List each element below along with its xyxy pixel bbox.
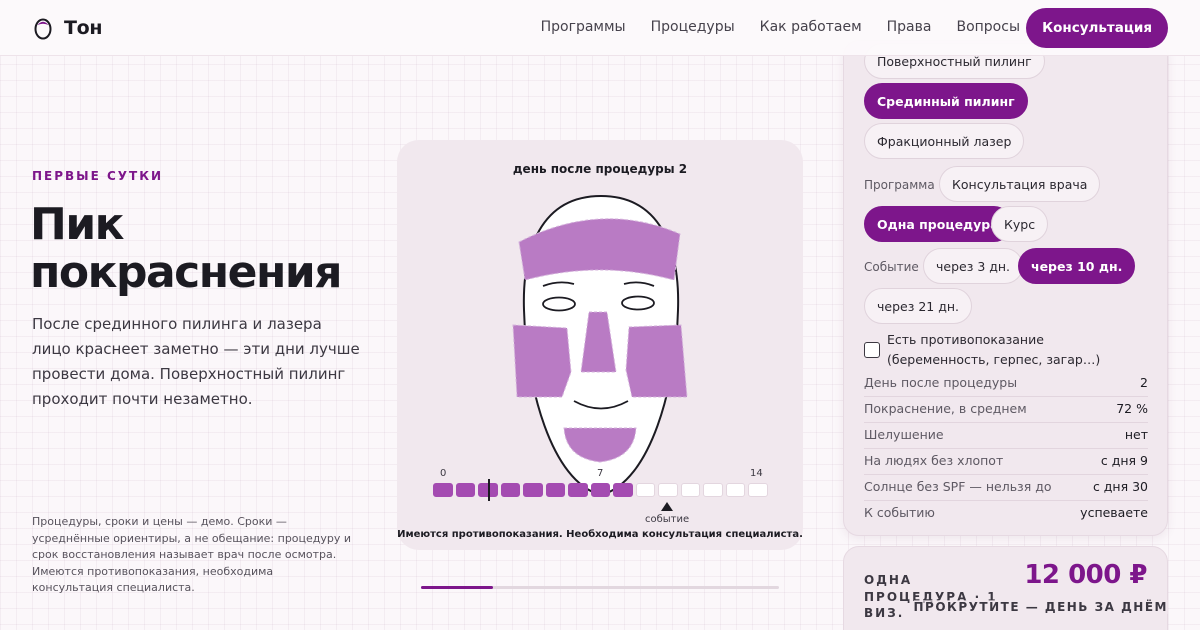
timeline-day-cell[interactable] xyxy=(658,483,678,497)
stat-row: Шелушение нет xyxy=(864,423,1148,449)
event-marker-icon xyxy=(661,502,673,511)
event-marker-label: событие xyxy=(645,514,690,525)
chip-event-3-days[interactable]: через 3 дн. xyxy=(923,248,1024,284)
stat-row: К событию успеваете xyxy=(864,501,1148,527)
nav-faq[interactable]: Вопросы xyxy=(956,19,1020,35)
stat-value: с дня 30 xyxy=(1092,479,1148,494)
page-title: Пик покраснения xyxy=(30,199,343,298)
nav-programs[interactable]: Программы xyxy=(541,19,626,35)
stat-row: Покраснение, в среднем 72 % xyxy=(864,397,1148,423)
price-card: ОДНА ПРОЦЕДУРА · 1 ВИЗ. 12 000 ₽ xyxy=(843,546,1168,630)
face-logo-icon xyxy=(34,18,52,40)
stat-key: Шелушение xyxy=(864,427,944,442)
hero-description: После срединного пилинга и лазера лицо к… xyxy=(32,315,360,408)
calculator-panel: Поверхностный пилинг Срединный пилинг Фр… xyxy=(843,40,1168,536)
top-bar: Тон Программы Процедуры Как работаем Пра… xyxy=(0,0,1200,56)
chip-medium-peel[interactable]: Срединный пилинг xyxy=(864,83,1028,119)
scroll-progress-fill xyxy=(421,586,493,589)
stat-key: День после процедуры xyxy=(864,375,1018,390)
scroll-progress xyxy=(421,586,779,589)
price-value: 12 000 ₽ xyxy=(1024,560,1147,590)
chip-single-procedure[interactable]: Одна процедура xyxy=(864,206,1012,242)
timeline-day-cell[interactable] xyxy=(590,483,610,497)
stat-value: с дня 9 xyxy=(1100,453,1148,468)
stat-row: Солнце без SPF — нельзя до с дня 30 xyxy=(864,475,1148,501)
left-cheek-zone xyxy=(512,324,572,398)
scroll-hint: ПРОКРУТИТЕ — ДЕНЬ ЗА ДНЁМ xyxy=(913,600,1168,614)
timeline-label-mid: 7 xyxy=(597,468,604,479)
timeline-label-end: 14 xyxy=(750,468,763,479)
stat-key: К событию xyxy=(864,505,935,520)
current-day-marker[interactable] xyxy=(488,479,490,501)
nav-procedures[interactable]: Процедуры xyxy=(651,19,735,35)
timeline-day-cell[interactable] xyxy=(523,483,543,497)
visual-day-title: день после процедуры 2 xyxy=(512,162,688,176)
timeline-day-cell[interactable] xyxy=(748,483,768,497)
chip-course[interactable]: Курс xyxy=(991,206,1049,242)
face-redness-illustration xyxy=(512,194,688,497)
nav-rights[interactable]: Права xyxy=(887,19,932,35)
timeline-day-cell[interactable] xyxy=(433,483,453,497)
timeline-day-cell[interactable] xyxy=(613,483,633,497)
stat-key: На людях без хлопот xyxy=(864,453,1004,468)
contraindication-checkbox[interactable] xyxy=(864,342,880,358)
contraindication-warning: Имеются противопоказания. Необходима кон… xyxy=(397,529,803,540)
timeline-day-cell[interactable] xyxy=(635,483,655,497)
face-visual-card: день после процедуры 2 0 7 14 событие Им… xyxy=(397,140,803,550)
chip-doctor-consultation[interactable]: Консультация врача xyxy=(939,166,1101,202)
timeline-day-cell[interactable] xyxy=(725,483,745,497)
recovery-timeline[interactable] xyxy=(433,483,768,497)
brand-logo[interactable]: Тон xyxy=(34,16,103,40)
contraindication-checkbox-label[interactable]: Есть противопоказание (беременность, гер… xyxy=(887,330,1149,370)
chip-fractional-laser[interactable]: Фракционный лазер xyxy=(864,123,1025,159)
brand-name: Тон xyxy=(64,17,103,39)
consultation-button[interactable]: Консультация xyxy=(1026,8,1168,48)
timeline-day-cell[interactable] xyxy=(680,483,700,497)
timeline-day-cell[interactable] xyxy=(568,483,588,497)
timeline-label-start: 0 xyxy=(440,468,447,479)
timeline-day-cell[interactable] xyxy=(500,483,520,497)
demo-disclaimer: Процедуры, сроки и цены — демо. Сроки — … xyxy=(32,515,352,594)
stat-value: 72 % xyxy=(1116,401,1148,416)
timeline-day-cell[interactable] xyxy=(455,483,475,497)
stat-row: На людях без хлопот с дня 9 xyxy=(864,449,1148,475)
right-cheek-zone xyxy=(625,324,688,398)
program-label: Программа xyxy=(864,178,935,192)
main-nav: Программы Процедуры Как работаем Права В… xyxy=(541,19,1020,35)
price-description: ОДНА ПРОЦЕДУРА · 1 ВИЗ. xyxy=(864,573,998,620)
stat-row: День после процедуры 2 xyxy=(864,371,1148,397)
chip-event-10-days[interactable]: через 10 дн. xyxy=(1018,248,1136,284)
stat-value: успеваете xyxy=(1080,505,1148,520)
event-label: Событие xyxy=(864,260,919,274)
stat-key: Покраснение, в среднем xyxy=(864,401,1027,416)
chip-event-21-days[interactable]: через 21 дн. xyxy=(864,288,972,324)
stat-key: Солнце без SPF — нельзя до xyxy=(864,479,1052,494)
timeline-day-cell[interactable] xyxy=(545,483,565,497)
stat-value: нет xyxy=(1124,427,1148,442)
section-eyebrow: ПЕРВЫЕ СУТКИ xyxy=(32,169,164,183)
nav-how-we-work[interactable]: Как работаем xyxy=(760,19,862,35)
stat-value: 2 xyxy=(1140,375,1148,390)
timeline-day-cell[interactable] xyxy=(703,483,723,497)
